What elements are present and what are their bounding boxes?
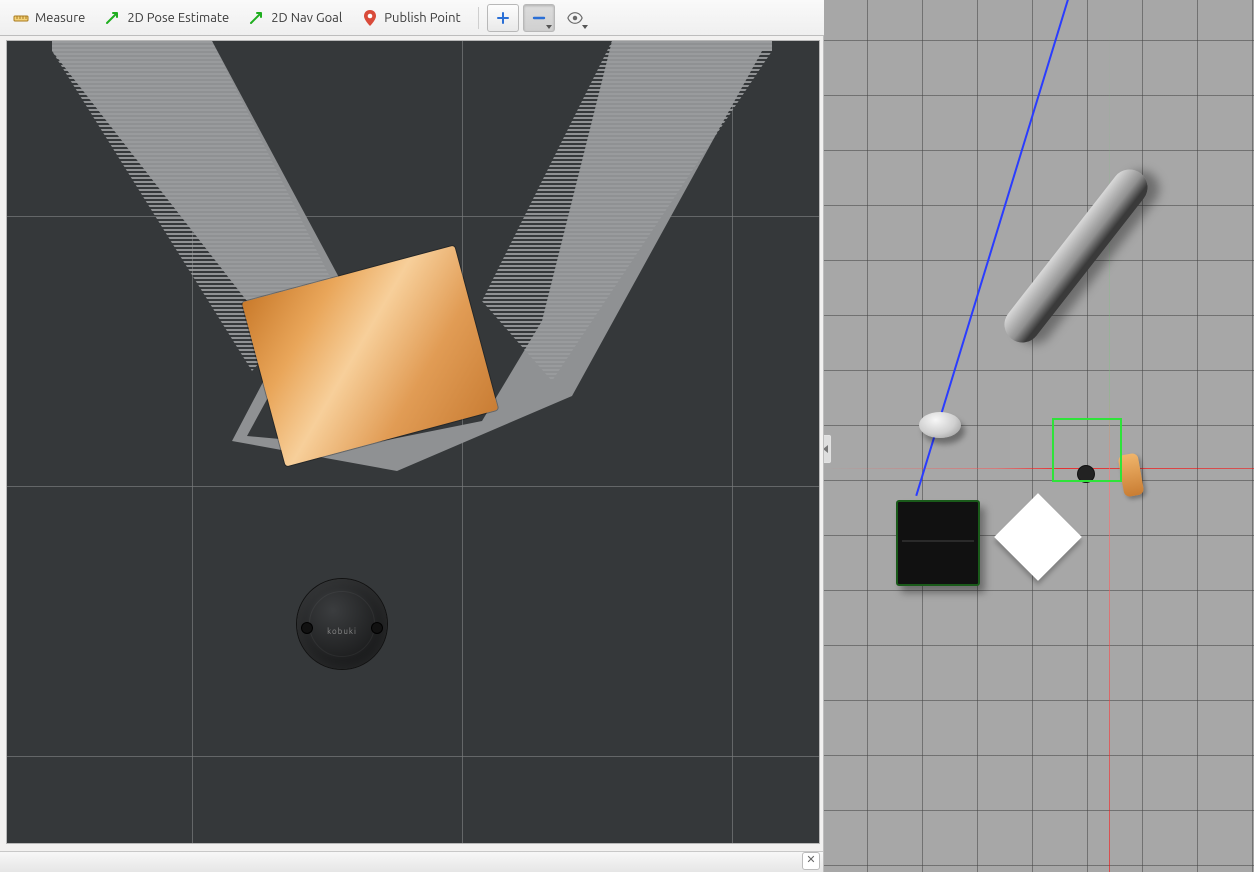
robot-label: kobuki	[297, 627, 387, 636]
pane-collapse-handle[interactable]	[824, 434, 832, 464]
ruler-icon	[13, 10, 29, 26]
rviz-toolbar: Measure 2D Pose Estimate 2D Nav Goal	[0, 0, 824, 36]
rviz-pane: Measure 2D Pose Estimate 2D Nav Goal	[0, 0, 824, 872]
rviz-bottom-bar: ✕	[0, 851, 823, 872]
arrow-green-icon	[105, 10, 121, 26]
remove-display-button[interactable]	[523, 4, 555, 32]
pose-estimate-label: 2D Pose Estimate	[127, 11, 229, 25]
toolbar-separator	[478, 7, 479, 29]
gazebo-obj-small-puck[interactable]	[919, 412, 961, 438]
arrow-green-icon	[249, 10, 265, 26]
chevron-down-icon	[582, 25, 588, 29]
nav-goal-button[interactable]: 2D Nav Goal	[240, 5, 351, 31]
measure-button[interactable]: Measure	[4, 5, 94, 31]
visibility-menu-button[interactable]	[559, 4, 591, 32]
rviz-3d-viewport[interactable]: kobuki	[6, 40, 820, 844]
panel-close-button[interactable]: ✕	[802, 852, 820, 870]
eye-icon	[567, 10, 583, 26]
nav-goal-label: 2D Nav Goal	[271, 11, 342, 25]
gazebo-pane[interactable]	[824, 0, 1254, 872]
gazebo-axis-x	[824, 468, 1254, 469]
plus-icon	[495, 10, 511, 26]
publish-point-button[interactable]: Publish Point	[353, 5, 469, 31]
pose-estimate-button[interactable]: 2D Pose Estimate	[96, 5, 238, 31]
app-root: Measure 2D Pose Estimate 2D Nav Goal	[0, 0, 1254, 872]
gazebo-selection-box	[1052, 418, 1122, 482]
measure-label: Measure	[35, 11, 85, 25]
add-display-button[interactable]	[487, 4, 519, 32]
minus-icon	[531, 10, 547, 26]
close-icon: ✕	[806, 854, 815, 866]
pin-icon	[362, 10, 378, 26]
turtlebot-model: kobuki	[297, 579, 387, 669]
gazebo-obj-dumpster[interactable]	[896, 500, 980, 586]
publish-point-label: Publish Point	[384, 11, 460, 25]
gazebo-grid	[824, 0, 1254, 872]
chevron-down-icon	[546, 25, 552, 29]
